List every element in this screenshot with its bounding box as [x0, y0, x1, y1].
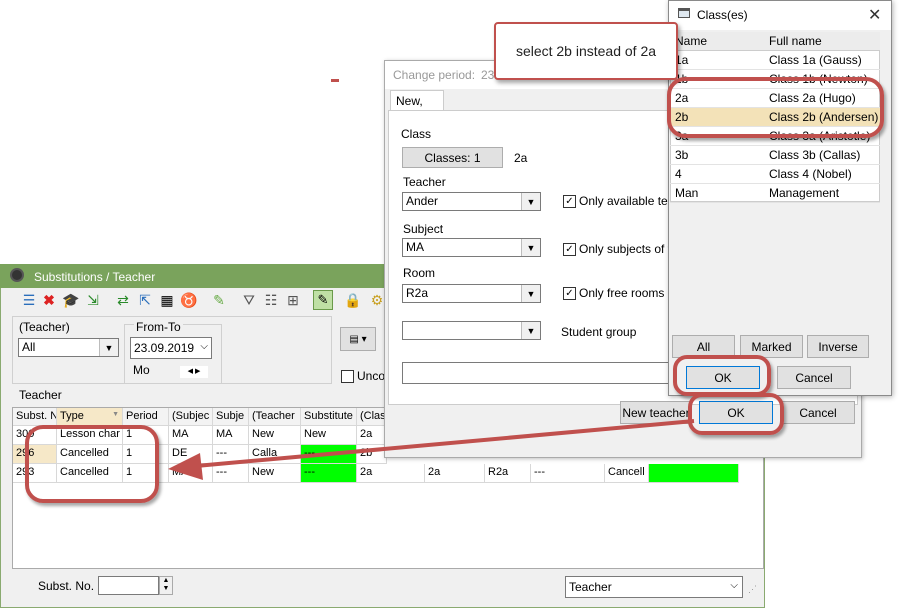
arrow-line [195, 419, 695, 468]
arrow-head [168, 453, 203, 480]
arrow-annotation [168, 419, 695, 480]
